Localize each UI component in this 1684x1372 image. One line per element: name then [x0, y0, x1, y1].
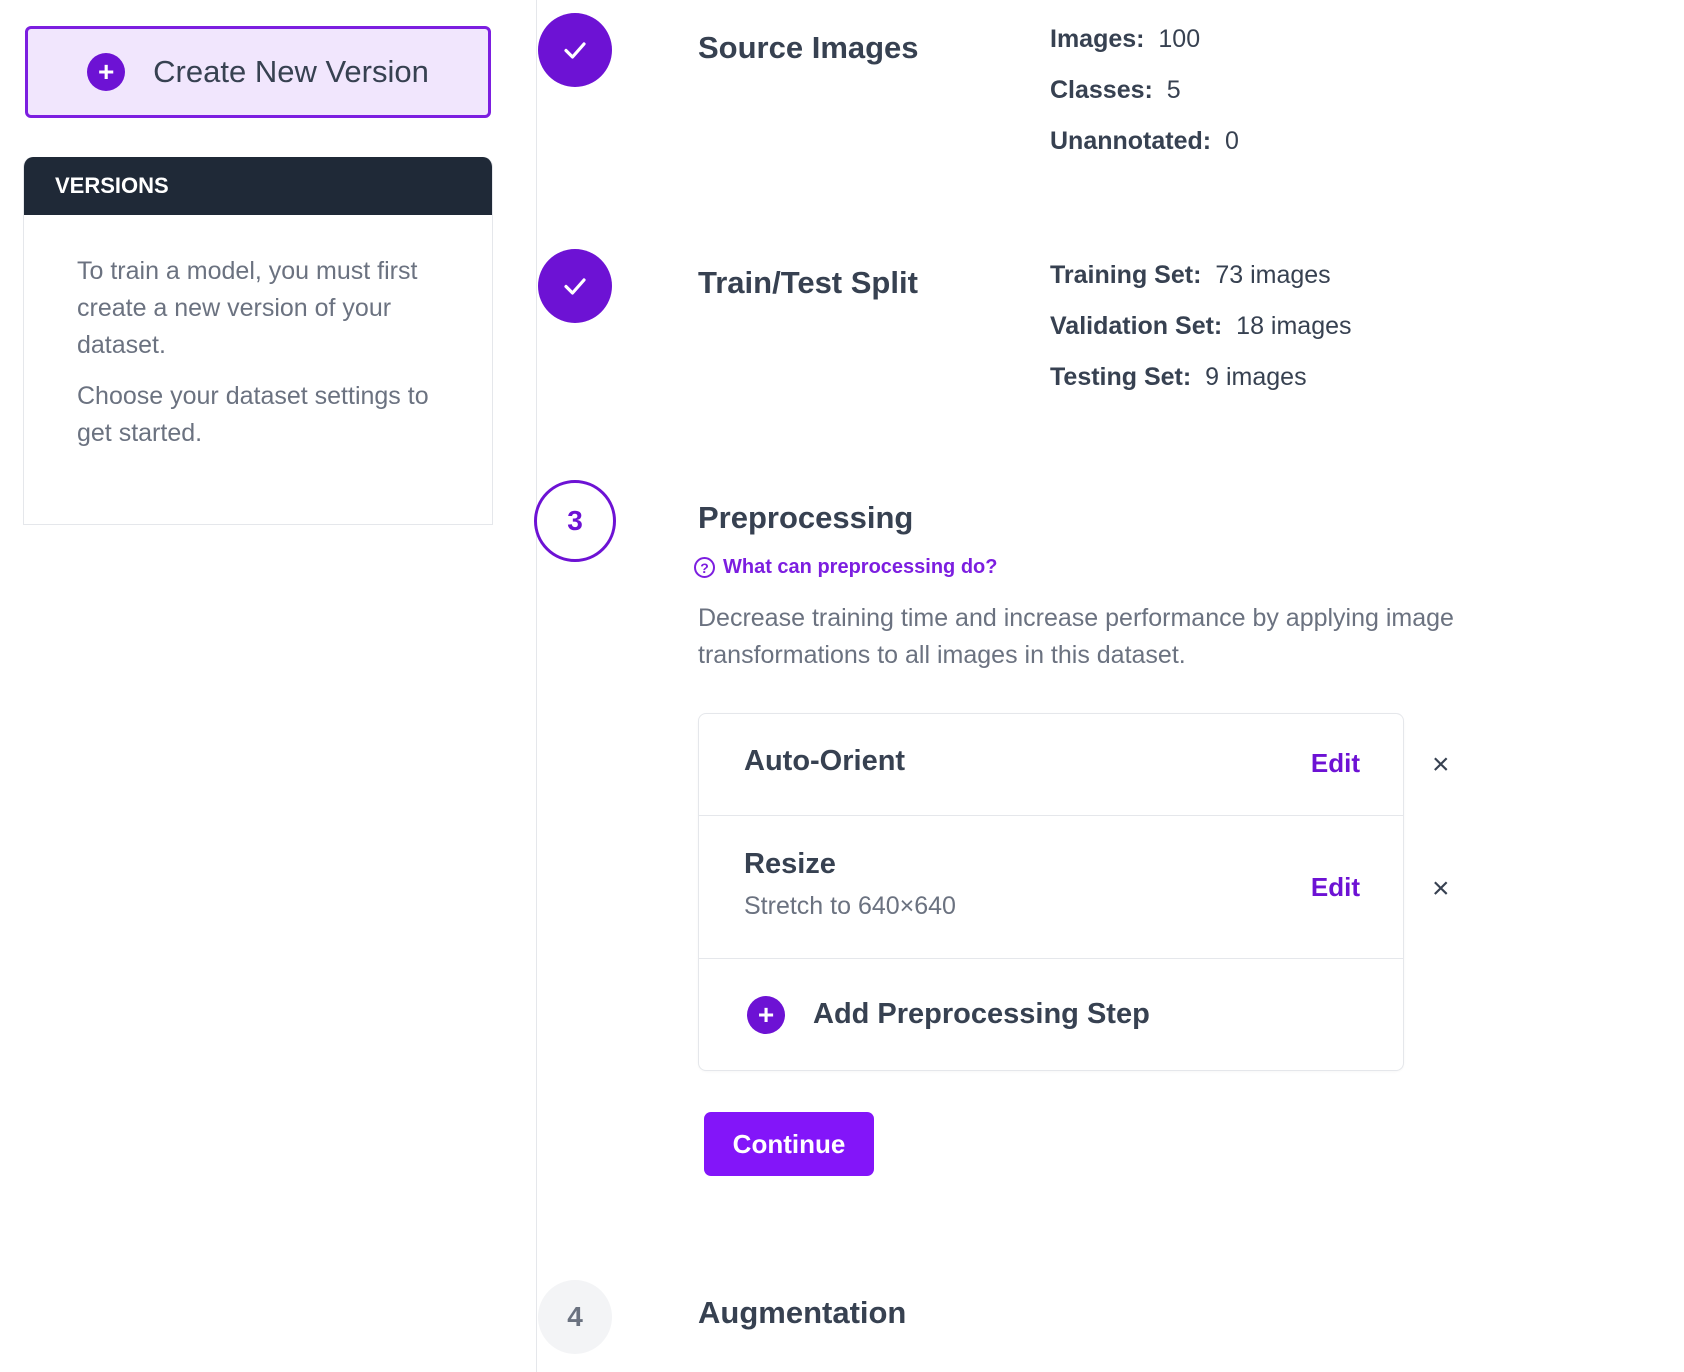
remove-resize-icon[interactable]: ×: [1432, 874, 1450, 904]
preprocessing-step-detail: Stretch to 640×640: [744, 892, 956, 920]
versions-help-text: To train a model, you must first create …: [77, 257, 418, 359]
stat-row: Images: 100: [1050, 25, 1201, 53]
check-icon: [564, 278, 586, 295]
versions-panel: VERSIONS To train a model, you must firs…: [23, 157, 493, 525]
question-circle-icon: ?: [694, 557, 715, 578]
help-link-text: What can preprocessing do?: [723, 556, 998, 578]
add-preprocessing-step-button[interactable]: + Add Preprocessing Step: [699, 959, 1403, 1070]
step-title: Augmentation: [698, 1295, 907, 1330]
versions-help-text: Choose your dataset settings to get star…: [77, 382, 429, 447]
create-new-version-label: Create New Version: [153, 54, 429, 89]
sidebar: + Create New Version VERSIONS To train a…: [0, 0, 537, 1372]
step-complete-check: [538, 13, 612, 87]
versions-header: VERSIONS: [24, 157, 492, 215]
version-wizard: Source Images Images: 100 Classes: 5 Una…: [534, 0, 1684, 1372]
continue-button[interactable]: Continue: [704, 1112, 874, 1176]
step-title: Preprocessing: [698, 500, 914, 535]
step-number: 4: [538, 1280, 612, 1354]
split-stats: Training Set: 73 images Validation Set: …: [1050, 250, 1352, 403]
preprocessing-help-link[interactable]: ? What can preprocessing do?: [694, 556, 997, 579]
stat-row: Validation Set: 18 images: [1050, 312, 1352, 340]
list-item: Auto-Orient Edit: [699, 714, 1403, 816]
preprocessing-step-name: Auto-Orient: [744, 745, 906, 777]
step-number: 3: [534, 480, 616, 562]
list-item: Resize Stretch to 640×640 Edit: [699, 816, 1403, 959]
check-icon: [564, 42, 586, 59]
step-complete-check: [538, 249, 612, 323]
edit-auto-orient-button[interactable]: Edit: [1311, 748, 1360, 779]
edit-resize-button[interactable]: Edit: [1311, 872, 1360, 903]
versions-body: To train a model, you must first create …: [24, 215, 492, 452]
add-preprocessing-step-label: Add Preprocessing Step: [813, 998, 1150, 1030]
plus-circle-icon: +: [747, 995, 785, 1034]
stat-row: Classes: 5: [1050, 76, 1181, 104]
create-new-version-button[interactable]: + Create New Version: [25, 26, 491, 118]
stat-row: Unannotated: 0: [1050, 127, 1239, 155]
remove-auto-orient-icon[interactable]: ×: [1432, 750, 1450, 780]
preprocessing-description: Decrease training time and increase perf…: [698, 604, 1454, 669]
stat-row: Testing Set: 9 images: [1050, 363, 1307, 391]
preprocessing-steps-list: Auto-Orient Edit Resize Stretch to 640×6…: [698, 713, 1404, 1071]
step-title: Source Images: [698, 30, 919, 65]
plus-circle-icon: +: [87, 53, 126, 91]
preprocessing-step-name: Resize: [744, 848, 836, 880]
step-title: Train/Test Split: [698, 265, 918, 300]
stat-row: Training Set: 73 images: [1050, 261, 1331, 289]
source-stats: Images: 100 Classes: 5 Unannotated: 0: [1050, 14, 1239, 167]
